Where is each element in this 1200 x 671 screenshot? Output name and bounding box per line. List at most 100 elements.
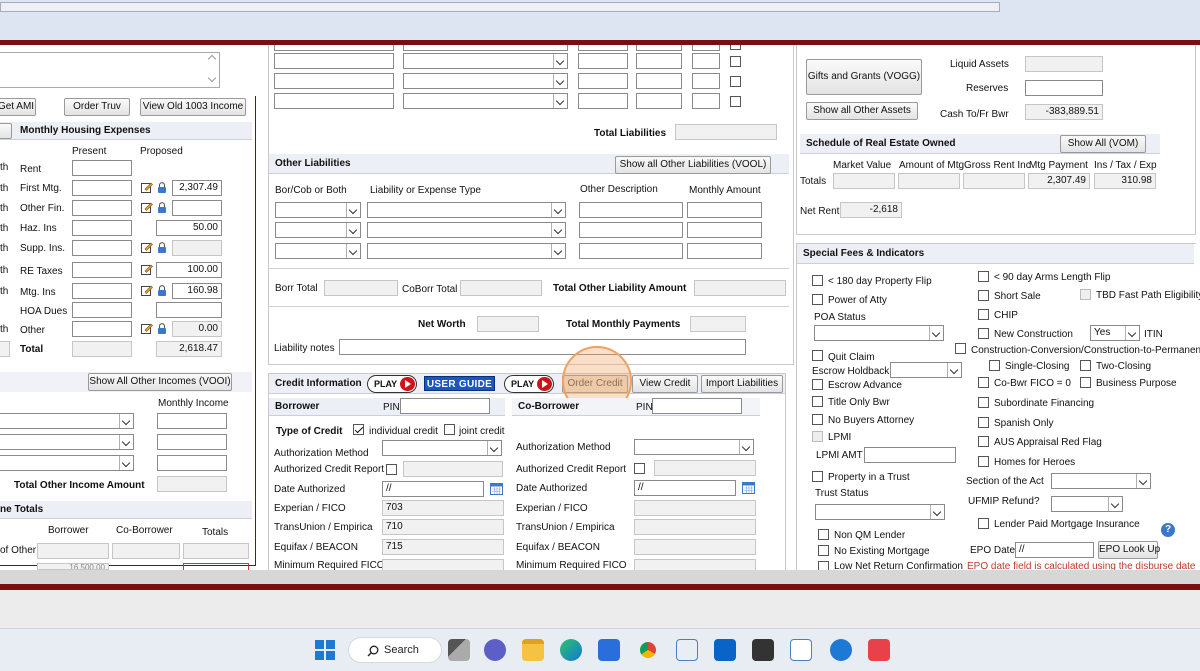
other-description-input[interactable] xyxy=(579,243,683,259)
other-description-input[interactable] xyxy=(579,222,683,238)
edge-icon[interactable] xyxy=(560,639,582,661)
no-existing-mtg-checkbox[interactable] xyxy=(818,545,829,556)
bor-cob-select[interactable] xyxy=(275,243,361,259)
liab-name-input[interactable] xyxy=(274,73,394,89)
liab-bal-input[interactable] xyxy=(578,45,628,51)
subordinate-checkbox[interactable] xyxy=(978,397,989,408)
liab-mo-input[interactable] xyxy=(692,93,720,109)
windows-start-icon[interactable] xyxy=(315,640,335,660)
play-video-button[interactable]: PLAY xyxy=(367,375,417,393)
single-closing-checkbox[interactable] xyxy=(989,360,1000,371)
mtg-ins-proposed-input[interactable]: 160.98 xyxy=(172,283,222,299)
liab-checkbox[interactable] xyxy=(730,56,741,67)
lock-icon[interactable] xyxy=(157,202,167,213)
liab-name-input[interactable] xyxy=(274,53,394,69)
haz-ins-present-input[interactable] xyxy=(72,220,132,236)
chat-icon[interactable] xyxy=(484,639,506,661)
haz-ins-proposed-input[interactable]: 50.00 xyxy=(156,220,222,236)
escrow-advance-checkbox[interactable] xyxy=(812,379,823,390)
first-mtg-proposed-input[interactable]: 2,307.49 xyxy=(172,180,222,196)
liab-mo-input[interactable] xyxy=(692,73,720,89)
tools-icon[interactable] xyxy=(752,639,774,661)
borrower-auth-report-checkbox[interactable] xyxy=(386,464,397,475)
liab-mo-input[interactable] xyxy=(692,53,720,69)
liab-bal-input[interactable] xyxy=(578,53,628,69)
cobwr-fico-checkbox[interactable] xyxy=(978,377,989,388)
calendar-icon[interactable] xyxy=(490,482,503,495)
borrower-pin-input[interactable] xyxy=(400,398,490,414)
tbd-fast-path-checkbox[interactable] xyxy=(1080,289,1091,300)
homes-heroes-checkbox[interactable] xyxy=(978,456,989,467)
liability-type-select[interactable] xyxy=(367,222,566,238)
edit-icon[interactable] xyxy=(141,323,153,334)
escrow-holdback-select[interactable] xyxy=(890,362,962,378)
liab-pay-input[interactable] xyxy=(636,93,682,109)
horizontal-scrollbar[interactable] xyxy=(0,2,1000,12)
monthly-amount-input[interactable] xyxy=(687,222,762,238)
two-closing-checkbox[interactable] xyxy=(1080,360,1091,371)
bor-cob-select[interactable] xyxy=(275,202,361,218)
hoa-present-input[interactable] xyxy=(72,302,132,318)
show-all-vom-button[interactable]: Show All (VOM) xyxy=(1060,135,1146,153)
epo-look-up-button[interactable]: EPO Look Up xyxy=(1098,541,1160,559)
liab-bal-input[interactable] xyxy=(578,93,628,109)
reserves-input[interactable] xyxy=(1025,80,1103,96)
show-all-other-incomes-button[interactable]: Show All Other Incomes (VOOI) xyxy=(88,373,232,391)
lpmi-checkbox[interactable] xyxy=(812,431,823,442)
lock-icon[interactable] xyxy=(157,182,167,193)
flip180-checkbox[interactable] xyxy=(812,275,823,286)
income-type-select-3[interactable] xyxy=(0,455,134,471)
section-act-select[interactable] xyxy=(1051,473,1151,489)
liab-type-select[interactable] xyxy=(403,93,568,109)
edit-icon[interactable] xyxy=(141,264,153,275)
show-other-assets-button[interactable]: Show all Other Assets xyxy=(806,102,918,120)
scroll-up-icon[interactable] xyxy=(207,54,217,64)
mtg-ins-present-input[interactable] xyxy=(72,283,132,299)
re-taxes-present-input[interactable] xyxy=(72,262,132,278)
liab-checkbox[interactable] xyxy=(730,76,741,87)
other-fin-present-input[interactable] xyxy=(72,200,132,216)
edit-icon[interactable] xyxy=(141,285,153,296)
liab-name-input[interactable] xyxy=(274,93,394,109)
lender-paid-mi-checkbox[interactable] xyxy=(978,518,989,529)
liability-type-select[interactable] xyxy=(367,243,566,259)
edit-icon[interactable] xyxy=(141,182,153,193)
ccp-checkbox[interactable] xyxy=(955,343,966,354)
liability-notes-input[interactable] xyxy=(339,339,746,355)
liab-mo-input[interactable] xyxy=(692,45,720,51)
import-liabilities-button[interactable]: Import Liabilities xyxy=(701,375,783,393)
rent-present-input[interactable] xyxy=(72,160,132,176)
collapse-button[interactable] xyxy=(0,123,12,139)
supp-ins-present-input[interactable] xyxy=(72,240,132,256)
low-net-return-checkbox[interactable] xyxy=(818,561,829,570)
edit-icon[interactable] xyxy=(141,202,153,213)
individual-credit-checkbox[interactable] xyxy=(353,424,364,435)
store-icon[interactable] xyxy=(598,639,620,661)
chrome-icon[interactable] xyxy=(637,639,659,661)
left-notes-textarea[interactable] xyxy=(0,52,220,88)
joint-credit-checkbox[interactable] xyxy=(444,424,455,435)
liab-checkbox[interactable] xyxy=(730,96,741,107)
lock-icon[interactable] xyxy=(157,242,167,253)
liab-name-input[interactable] xyxy=(274,45,394,51)
calendar-icon[interactable] xyxy=(742,481,755,494)
coborrower-auth-report-checkbox[interactable] xyxy=(634,463,645,474)
liab-pay-input[interactable] xyxy=(636,53,682,69)
ufmip-refund-select[interactable] xyxy=(1051,496,1123,512)
new-construction-checkbox[interactable] xyxy=(978,328,989,339)
monthly-income-input-3[interactable] xyxy=(157,455,227,471)
no-buyers-atty-checkbox[interactable] xyxy=(812,414,823,425)
edit-icon[interactable] xyxy=(141,242,153,253)
re-taxes-proposed-input[interactable]: 100.00 xyxy=(156,262,222,278)
view-credit-button[interactable]: View Credit xyxy=(632,375,698,393)
other-description-input[interactable] xyxy=(579,202,683,218)
non-qm-checkbox[interactable] xyxy=(818,529,829,540)
outlook-icon[interactable] xyxy=(714,639,736,661)
borrower-auth-method-select[interactable] xyxy=(382,440,502,456)
liab-type-select[interactable] xyxy=(403,53,568,69)
user-guide-button[interactable]: USER GUIDE xyxy=(424,376,495,391)
other-fin-proposed-input[interactable] xyxy=(172,200,222,216)
hoa-proposed-input[interactable] xyxy=(156,302,222,318)
property-trust-checkbox[interactable] xyxy=(812,471,823,482)
new-construction-select[interactable]: Yes xyxy=(1090,325,1140,341)
